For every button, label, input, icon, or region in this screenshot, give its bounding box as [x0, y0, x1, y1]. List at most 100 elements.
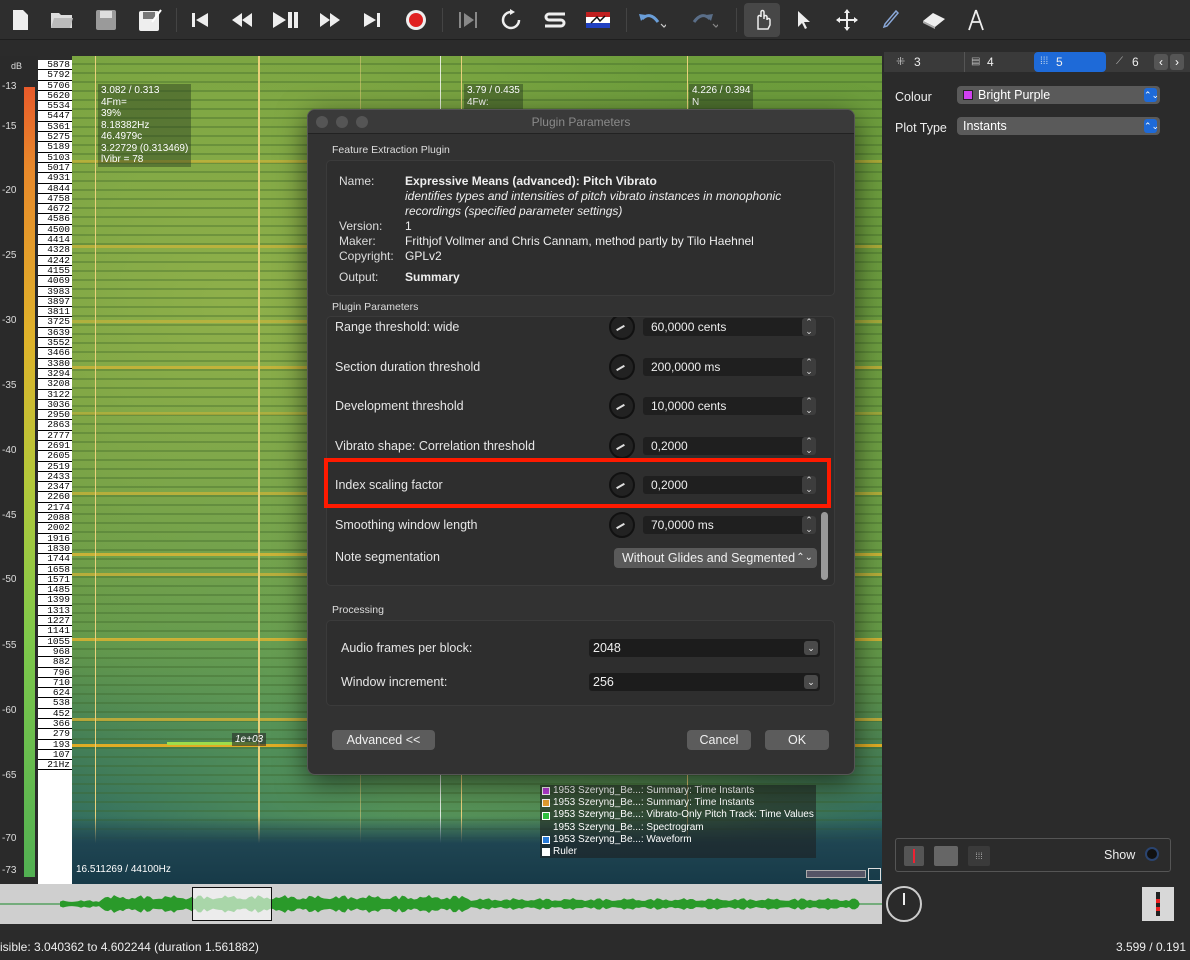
play-layer-icon[interactable]: [934, 846, 958, 866]
legend-item[interactable]: 1953 Szeryng_Be...: Waveform: [540, 833, 816, 847]
frequency-tick-label: 882: [38, 657, 72, 668]
play-pause-icon[interactable]: [272, 6, 300, 34]
parameter-knob[interactable]: [609, 432, 635, 459]
frequency-readout: 16.511269 / 44100Hz: [76, 864, 171, 875]
legend-label: 1953 Szeryng_Be...: Vibrato-Only Pitch T…: [553, 809, 814, 821]
layer-icon: ▤: [971, 56, 981, 67]
colour-select[interactable]: Bright Purple ⌃⌄: [957, 86, 1160, 104]
spin-arrows-icon[interactable]: ⌃ ⌄: [802, 397, 816, 415]
rewind-icon[interactable]: [228, 6, 256, 34]
navigate-hand-icon[interactable]: [744, 3, 780, 37]
rewind-start-icon[interactable]: [186, 6, 214, 34]
new-file-icon[interactable]: [6, 6, 34, 34]
redo-icon[interactable]: [690, 6, 718, 34]
tab-6[interactable]: ⟋ 6: [1110, 52, 1154, 72]
visible-range-status: isible: 3.040362 to 4.602244 (duration 1…: [0, 940, 259, 954]
note-segmentation-row: Note segmentation Without Glides and Segm…: [327, 545, 817, 583]
horizontal-zoom-slider[interactable]: [806, 870, 866, 878]
plot-type-label: Plot Type: [895, 121, 947, 135]
playback-speed-dial[interactable]: [886, 886, 922, 922]
spin-arrows-icon[interactable]: ⌃ ⌄: [802, 436, 816, 455]
parameter-knob[interactable]: [609, 511, 635, 538]
ok-button[interactable]: OK: [765, 730, 829, 750]
frequency-tick-label: 4069: [38, 276, 72, 287]
parameters-scrollbar[interactable]: [821, 512, 828, 580]
plugin-parameters-heading: Plugin Parameters: [332, 301, 419, 313]
plugin-parameters-box: Range threshold: wide 60,0000 cents ⌃ ⌄ Sect…: [326, 316, 835, 586]
save-as-icon[interactable]: [136, 6, 164, 34]
legend-item[interactable]: 1953 Szeryng_Be...: Vibrato-Only Pitch T…: [540, 809, 816, 822]
spin-arrows-icon[interactable]: ⌃ ⌄: [802, 515, 816, 534]
move-icon[interactable]: [833, 6, 861, 34]
colour-label: Colour: [895, 90, 932, 104]
play-selection-icon[interactable]: [454, 6, 482, 34]
select-arrow-icon[interactable]: [790, 6, 818, 34]
spin-arrows-icon[interactable]: ⌃ ⌄: [802, 357, 816, 376]
db-tick-label: -70: [2, 833, 17, 844]
pane-level-icon[interactable]: [1142, 887, 1174, 921]
forward-end-icon[interactable]: [358, 6, 386, 34]
parameter-knob[interactable]: [609, 317, 635, 340]
scale-label: 1e+03: [232, 733, 267, 746]
parameter-value-spinbox[interactable]: 200,0000 ms ⌃ ⌄: [643, 357, 816, 376]
legend-item[interactable]: 1953 Szeryng_Be...: Summary: Time Instan…: [540, 797, 816, 810]
draw-pen-icon[interactable]: [876, 6, 904, 34]
show-toggle[interactable]: [1145, 847, 1159, 861]
record-icon[interactable]: [402, 6, 430, 34]
parameter-value-spinbox[interactable]: 60,0000 cents ⌃ ⌄: [643, 318, 816, 336]
plot-type-select[interactable]: Instants ⌃⌄: [957, 117, 1160, 135]
parameter-value-spinbox[interactable]: 10,0000 cents ⌃ ⌄: [643, 397, 816, 415]
parameter-value-spinbox[interactable]: 0,2000 ⌃ ⌄: [643, 436, 816, 455]
note-segmentation-label: Note segmentation: [335, 550, 440, 564]
loop-icon[interactable]: [497, 6, 525, 34]
tab-scroll-left-icon[interactable]: ‹: [1154, 54, 1168, 70]
undo-icon[interactable]: [638, 6, 666, 34]
legend-swatch: [542, 811, 550, 820]
parameter-knob[interactable]: [609, 393, 635, 419]
zoom-window-button[interactable]: [356, 116, 368, 128]
parameter-row: Smoothing window length 70,0000 ms ⌃ ⌄: [327, 506, 817, 544]
tab-3[interactable]: ⁜ 3: [892, 52, 964, 72]
window-increment-select[interactable]: 256 ⌄: [589, 673, 820, 691]
legend-item[interactable]: 1953 Szeryng_Be...: Summary: Time Instan…: [540, 785, 816, 798]
open-folder-icon[interactable]: [48, 6, 76, 34]
tab-scroll-right-icon[interactable]: ›: [1170, 54, 1184, 70]
frames-per-block-label: Audio frames per block:: [341, 641, 473, 655]
parameter-label: Smoothing window length: [335, 517, 478, 532]
gain-icon[interactable]: ⁞⁞⁞: [968, 846, 990, 866]
advanced-button[interactable]: Advanced <<: [332, 730, 435, 750]
db-tick-label: -35: [2, 380, 17, 391]
legend-item[interactable]: Ruler: [540, 846, 816, 859]
name-label: Name:: [339, 174, 375, 188]
parameter-knob[interactable]: [609, 353, 635, 380]
overview-visible-region[interactable]: [192, 887, 272, 921]
main-toolbar: [0, 0, 1190, 40]
legend-item[interactable]: 1953 Szeryng_Be...: Spectrogram: [540, 821, 816, 834]
tab-5[interactable]: ⁞⁞⁞ 5: [1034, 52, 1106, 72]
db-tick-label: -20: [2, 185, 17, 196]
overview-waveform[interactable]: [0, 884, 882, 924]
frames-per-block-select[interactable]: 2048 ⌄: [589, 639, 820, 657]
db-tick-label: -40: [2, 445, 17, 456]
spin-arrows-icon[interactable]: ⌃ ⌄: [802, 318, 816, 336]
cancel-button[interactable]: Cancel: [687, 730, 751, 750]
minimize-window-button[interactable]: [336, 116, 348, 128]
fast-forward-icon[interactable]: [316, 6, 344, 34]
close-window-button[interactable]: [316, 116, 328, 128]
erase-icon[interactable]: [920, 6, 948, 34]
solo-icon[interactable]: [541, 6, 569, 34]
measure-icon[interactable]: [962, 6, 990, 34]
tab-4[interactable]: ▤ 4: [964, 52, 1036, 72]
db-tick-label: -30: [2, 315, 17, 326]
layer-color-icon[interactable]: [904, 846, 924, 866]
parameter-label: Development threshold: [335, 399, 464, 413]
parameter-row: Development threshold 10,0000 cents ⌃ ⌄: [327, 387, 817, 425]
parameter-label: Section duration threshold: [335, 359, 481, 374]
normalize-icon[interactable]: [584, 6, 612, 34]
legend-label: 1953 Szeryng_Be...: Waveform: [553, 833, 692, 845]
save-icon[interactable]: [92, 6, 120, 34]
note-segmentation-select[interactable]: Without Glides and Segmented ⌃⌄: [614, 548, 817, 568]
parameter-row: Range threshold: wide 60,0000 cents ⌃ ⌄: [327, 317, 817, 346]
parameter-value-spinbox[interactable]: 70,0000 ms ⌃ ⌄: [643, 515, 816, 534]
zoom-reset-button[interactable]: [868, 868, 881, 881]
